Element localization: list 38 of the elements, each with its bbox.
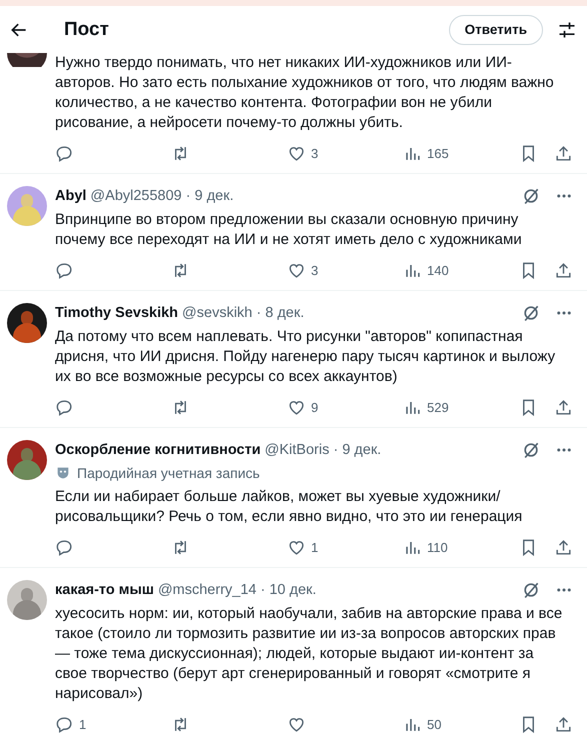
reply-count: 1 (79, 716, 86, 732)
view-count: 165 (427, 146, 449, 160)
reply-icon[interactable] (55, 714, 74, 734)
handle-and-date[interactable]: @KitBoris · 9 дек. (264, 442, 382, 458)
parody-account-label: Пародийная учетная запись (77, 465, 260, 481)
like-count: 9 (311, 400, 318, 414)
view-count: 529 (427, 400, 449, 414)
like-count: 1 (311, 540, 318, 554)
post-text: Да потому что всем наплевать. Что рисунки "авторов" копипастная дрисня, что ИИ дрисня. Пойду нагенерю пару тысяч картинок и выложу их во все возможные ресурсы со всех аккаунтов) (55, 327, 556, 387)
share-icon[interactable] (554, 144, 573, 162)
reply-icon[interactable] (55, 538, 74, 556)
handle-and-date[interactable]: @sevskikh · 8 дек. (182, 305, 304, 321)
post-text: хуесосить норм: ии, который наобучали, забив на авторские права и все такое (стоило ли тормозить развитие ии из-за вопросов авторских прав — тоже тема дискуссионная); людей, которые выдают ии-контент за свое творчество (берут арт сгенерированный и говорят «смотрите я нарисовал») (55, 604, 564, 704)
author-name[interactable]: Abyl (55, 188, 86, 204)
share-icon[interactable] (554, 538, 573, 556)
view-count: 110 (427, 540, 448, 554)
mask-icon (55, 465, 71, 481)
author-name[interactable]: Timothy Sevskikh (55, 305, 178, 321)
reply-icon[interactable] (55, 144, 74, 162)
share-icon[interactable] (554, 260, 573, 280)
share-icon[interactable] (554, 714, 573, 734)
post-text: Если ии набирает больше лайков, может вы хуевые художники/ рисовальщики? Речь о том, если явно видно, что это ии генерация (55, 487, 524, 527)
post-text: Впринципе во втором предложении вы сказали основную причину почему все переходят на ИИ и не хотят иметь дело с художниками (55, 210, 523, 250)
author-name[interactable]: какая-то мыш (55, 582, 154, 598)
handle-and-date[interactable]: @Abyl255809 · 9 дек. (90, 188, 234, 204)
author-name[interactable]: Оскорбление когнитивности (55, 442, 261, 458)
view-count: 50 (427, 716, 442, 732)
reply-icon[interactable] (55, 260, 74, 280)
reply-icon[interactable] (55, 398, 74, 416)
handle-and-date[interactable]: @mscherry_14 · 10 дек. (158, 582, 316, 598)
like-count: 3 (311, 262, 318, 278)
share-icon[interactable] (554, 398, 573, 416)
like-count: 3 (311, 146, 318, 160)
page-title: Пост (64, 18, 109, 40)
filter-icon[interactable] (557, 20, 577, 40)
view-count: 140 (427, 262, 449, 278)
reply-button[interactable]: Ответить (448, 14, 543, 44)
post-text: Нужно твердо понимать, что нет никаких ИИ-художников или ИИ-авторов. Но зато есть полыхание художников от того, что людям важно количество, а не качество контента. Фотографии вон не убили рисование, а нейросети почему-то должны убить. (55, 53, 555, 133)
